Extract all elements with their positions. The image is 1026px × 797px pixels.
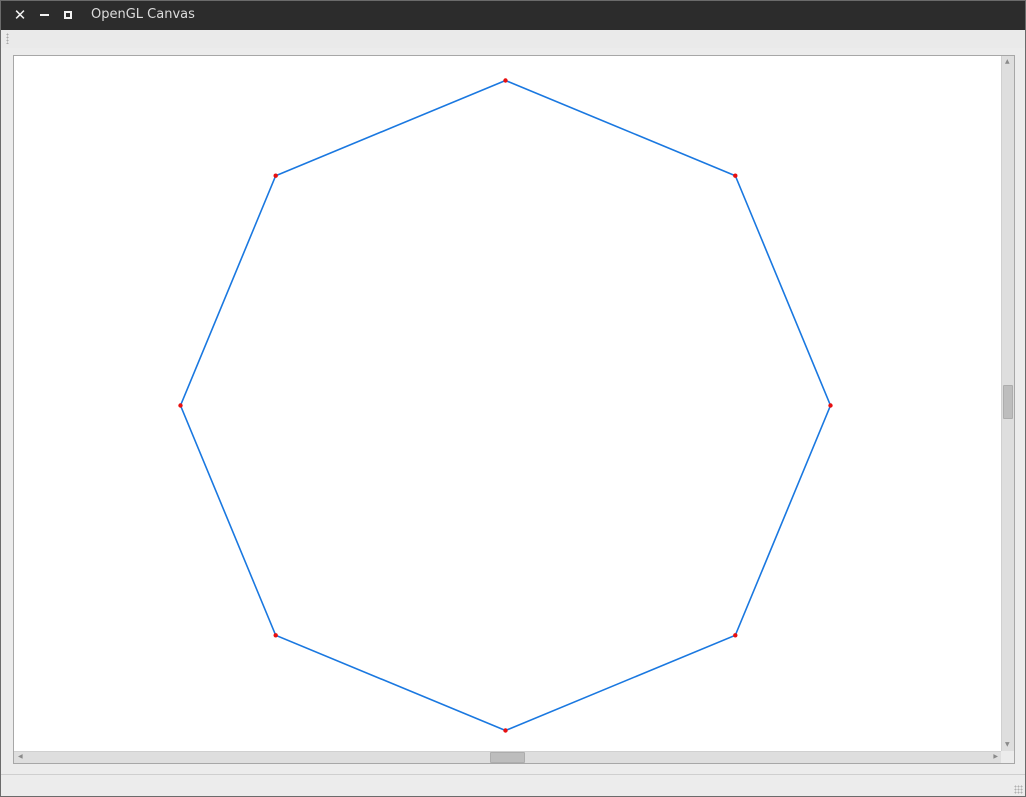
horizontal-scroll-thumb[interactable] [490, 752, 525, 763]
vertical-scrollbar[interactable]: ▲ ▼ [1001, 56, 1014, 751]
vertex-point-4 [503, 728, 508, 733]
window-title: OpenGL Canvas [91, 7, 195, 22]
status-bar [1, 774, 1025, 796]
vertex-group [178, 78, 833, 733]
scroll-area: ▲ ▼ ◀ ▶ [13, 55, 1015, 764]
vertex-point-7 [273, 173, 278, 178]
horizontal-scrollbar[interactable]: ◀ ▶ [14, 751, 1002, 763]
resize-grip-icon[interactable] [1014, 785, 1023, 794]
vertex-point-0 [503, 78, 508, 83]
maximize-icon[interactable] [60, 7, 76, 23]
vertex-point-5 [273, 633, 278, 638]
minimize-icon[interactable] [36, 7, 52, 23]
vertex-point-2 [828, 403, 833, 408]
app-window: ✕ OpenGL Canvas ▲ ▼ ◀ ▶ [0, 0, 1026, 797]
vertical-scroll-thumb[interactable] [1003, 385, 1013, 419]
scroll-down-icon[interactable]: ▼ [1005, 742, 1010, 748]
scroll-left-icon[interactable]: ◀ [18, 754, 23, 760]
scroll-right-icon[interactable]: ▶ [993, 754, 998, 760]
vertex-point-3 [733, 633, 738, 638]
toolbar [1, 30, 1025, 48]
grip-icon[interactable] [6, 33, 9, 44]
vertex-point-6 [178, 403, 183, 408]
vertex-point-1 [733, 173, 738, 178]
close-icon[interactable]: ✕ [12, 7, 28, 23]
scroll-up-icon[interactable]: ▲ [1005, 59, 1010, 65]
opengl-canvas[interactable] [14, 56, 1002, 751]
titlebar[interactable]: ✕ OpenGL Canvas [1, 1, 1025, 30]
scroll-corner [1001, 751, 1014, 763]
octagon-outline [179, 79, 832, 732]
